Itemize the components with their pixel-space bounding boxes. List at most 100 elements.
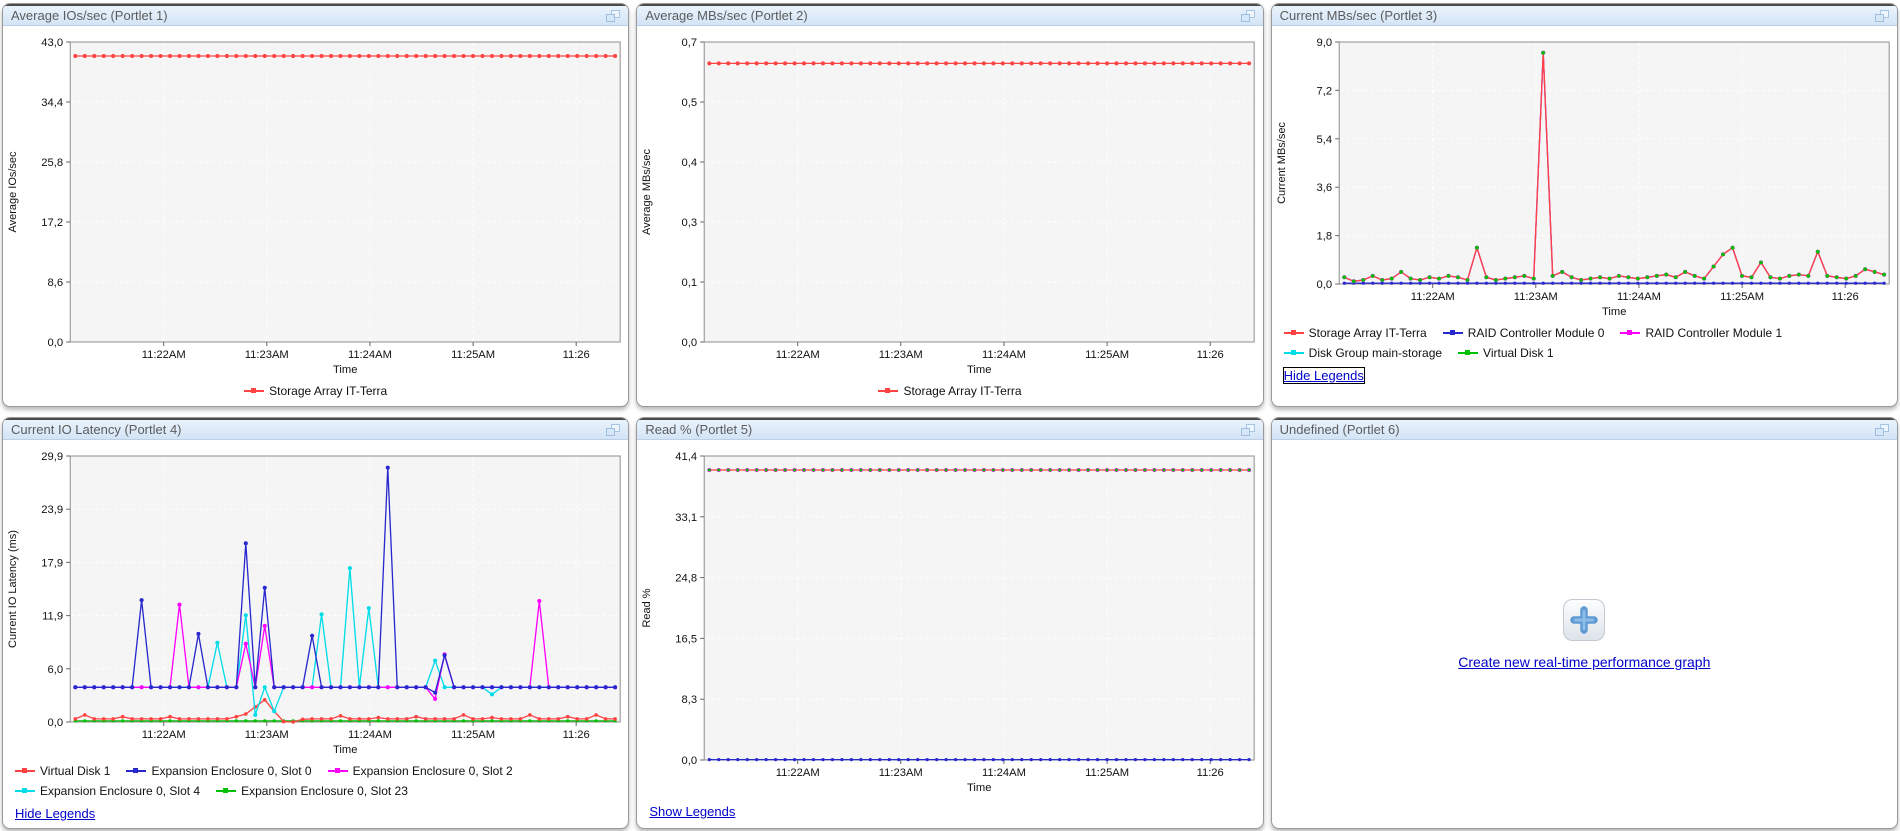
svg-text:11:22AM: 11:22AM <box>776 767 820 779</box>
create-graph-link[interactable]: Create new real-time performance graph <box>1458 654 1710 670</box>
restore-icon[interactable] <box>1875 424 1889 436</box>
legend-item: Storage Array IT-Terra <box>244 384 387 398</box>
restore-icon[interactable] <box>1241 10 1255 22</box>
show-legends-link[interactable]: Show Legends <box>649 804 735 819</box>
legend-label: RAID Controller Module 1 <box>1645 326 1782 340</box>
legend-item: Storage Array IT-Terra <box>1284 326 1427 340</box>
svg-text:Time: Time <box>333 364 357 376</box>
svg-text:11:24AM: 11:24AM <box>1617 291 1661 303</box>
legend-item: RAID Controller Module 0 <box>1443 326 1605 340</box>
svg-text:1,8: 1,8 <box>1316 231 1332 243</box>
chart-current-io-latency: 29,923,917,911,96,00,011:22AM11:23AM11:2… <box>3 444 628 762</box>
svg-text:11:26: 11:26 <box>1197 349 1224 361</box>
svg-text:11:23AM: 11:23AM <box>879 349 923 361</box>
svg-text:11:25AM: 11:25AM <box>451 729 495 741</box>
chart-read-percent: 41,433,124,816,58,30,011:22AM11:23AM11:2… <box>637 444 1262 800</box>
legend-swatch-icon <box>216 790 236 792</box>
legend-label: Expansion Enclosure 0, Slot 4 <box>40 784 200 798</box>
restore-icon[interactable] <box>1241 424 1255 436</box>
svg-text:9,0: 9,0 <box>1316 37 1332 49</box>
svg-text:0,0: 0,0 <box>1316 279 1332 291</box>
portlet-title: Average IOs/sec (Portlet 1) <box>11 8 168 23</box>
restore-icon[interactable] <box>606 424 620 436</box>
svg-text:17,9: 17,9 <box>41 557 63 569</box>
legend-swatch-icon <box>15 790 35 792</box>
legend-swatch-icon <box>1620 332 1640 334</box>
svg-text:33,1: 33,1 <box>676 512 698 524</box>
chart-legend: Virtual Disk 1 Expansion Enclosure 0, Slo… <box>3 762 628 802</box>
legend-item: Storage Array IT-Terra <box>878 384 1021 398</box>
portlet-current-mbs: Current MBs/sec (Portlet 3) 9,07,25,43,6… <box>1271 3 1898 407</box>
svg-text:3,6: 3,6 <box>1316 182 1332 194</box>
svg-text:24,8: 24,8 <box>676 573 698 585</box>
legend-swatch-icon <box>878 390 898 392</box>
svg-text:0,1: 0,1 <box>682 277 698 289</box>
legend-item: RAID Controller Module 1 <box>1620 326 1782 340</box>
svg-text:6,0: 6,0 <box>48 664 64 676</box>
portlet-title: Read % (Portlet 5) <box>645 422 752 437</box>
portlet-titlebar[interactable]: Average IOs/sec (Portlet 1) <box>3 4 628 26</box>
portlet-titlebar[interactable]: Current MBs/sec (Portlet 3) <box>1272 4 1897 26</box>
svg-text:Time: Time <box>1602 306 1626 318</box>
hide-legends-link[interactable]: Hide Legends <box>1284 368 1364 383</box>
legend-swatch-icon <box>1458 352 1478 354</box>
portlet-average-mbs: Average MBs/sec (Portlet 2) 0,7 0,5 0,4 0,3… <box>636 3 1263 407</box>
legend-label: Disk Group main-storage <box>1309 346 1442 360</box>
svg-text:11:25AM: 11:25AM <box>1085 767 1129 779</box>
legend-label: Expansion Enclosure 0, Slot 0 <box>151 764 311 778</box>
portlet-titlebar[interactable]: Read % (Portlet 5) <box>637 418 1262 440</box>
legend-swatch-icon <box>1284 352 1304 354</box>
svg-text:11:23AM: 11:23AM <box>1513 291 1557 303</box>
svg-text:29,9: 29,9 <box>41 451 63 463</box>
svg-text:Average MBs/sec: Average MBs/sec <box>641 149 653 235</box>
legend-label: Virtual Disk 1 <box>40 764 110 778</box>
svg-text:8,3: 8,3 <box>682 694 698 706</box>
restore-icon[interactable] <box>606 10 620 22</box>
legend-item: Expansion Enclosure 0, Slot 2 <box>328 764 513 778</box>
performance-portlets-grid: Average IOs/sec (Portlet 1) 43,034,425,8… <box>0 0 1900 831</box>
portlet-title: Current IO Latency (Portlet 4) <box>11 422 182 437</box>
svg-text:11:23AM: 11:23AM <box>879 767 923 779</box>
plus-icon[interactable] <box>1562 598 1606 642</box>
portlet-titlebar[interactable]: Current IO Latency (Portlet 4) <box>3 418 628 440</box>
svg-text:0,0: 0,0 <box>48 337 64 349</box>
svg-text:11:26: 11:26 <box>563 349 590 361</box>
svg-text:0,3: 0,3 <box>682 217 698 229</box>
restore-icon[interactable] <box>1875 10 1889 22</box>
legend-swatch-icon <box>244 390 264 392</box>
svg-text:11:23AM: 11:23AM <box>245 349 289 361</box>
svg-text:Time: Time <box>967 364 991 376</box>
portlet-title: Average MBs/sec (Portlet 2) <box>645 8 807 23</box>
svg-text:0,4: 0,4 <box>682 157 698 169</box>
portlet-titlebar[interactable]: Undefined (Portlet 6) <box>1272 418 1897 440</box>
hide-legends-link[interactable]: Hide Legends <box>15 806 95 821</box>
chart-legend: Storage Array IT-Terra RAID Controller Mo… <box>1272 324 1897 364</box>
legend-item: Virtual Disk 1 <box>1458 346 1553 360</box>
svg-text:11:22AM: 11:22AM <box>776 349 820 361</box>
svg-text:Read %: Read % <box>641 588 653 627</box>
svg-text:0,0: 0,0 <box>682 337 698 349</box>
svg-text:43,0: 43,0 <box>41 37 63 49</box>
svg-text:Current MBs/sec: Current MBs/sec <box>1276 122 1288 204</box>
svg-text:8,6: 8,6 <box>48 277 64 289</box>
portlet-title: Undefined (Portlet 6) <box>1280 422 1400 437</box>
svg-text:16,5: 16,5 <box>676 633 698 645</box>
svg-text:0,5: 0,5 <box>682 97 698 109</box>
chart-legend: Storage Array IT-Terra <box>3 382 628 402</box>
chart-average-ios: 43,034,425,817,28,60,011:22AM11:23AM11:2… <box>3 30 628 382</box>
legend-swatch-icon <box>1443 332 1463 334</box>
legend-label: Expansion Enclosure 0, Slot 2 <box>353 764 513 778</box>
svg-text:11:26: 11:26 <box>1831 291 1858 303</box>
svg-text:11,9: 11,9 <box>42 611 63 623</box>
legend-label: RAID Controller Module 0 <box>1468 326 1605 340</box>
svg-text:11:24AM: 11:24AM <box>982 349 1026 361</box>
chart-average-mbs: 0,7 0,5 0,4 0,3 0,1 0,0 11:22AM 11:23AM 11:24AM 1… <box>637 30 1262 382</box>
legend-item: Expansion Enclosure 0, Slot 4 <box>15 784 200 798</box>
legend-swatch-icon <box>1284 332 1304 334</box>
legend-swatch-icon <box>328 770 348 772</box>
svg-text:11:24AM: 11:24AM <box>348 729 392 741</box>
svg-text:0,7: 0,7 <box>682 37 698 49</box>
portlet-titlebar[interactable]: Average MBs/sec (Portlet 2) <box>637 4 1262 26</box>
svg-text:Current IO Latency (ms): Current IO Latency (ms) <box>7 530 19 648</box>
legend-label: Expansion Enclosure 0, Slot 23 <box>241 784 408 798</box>
